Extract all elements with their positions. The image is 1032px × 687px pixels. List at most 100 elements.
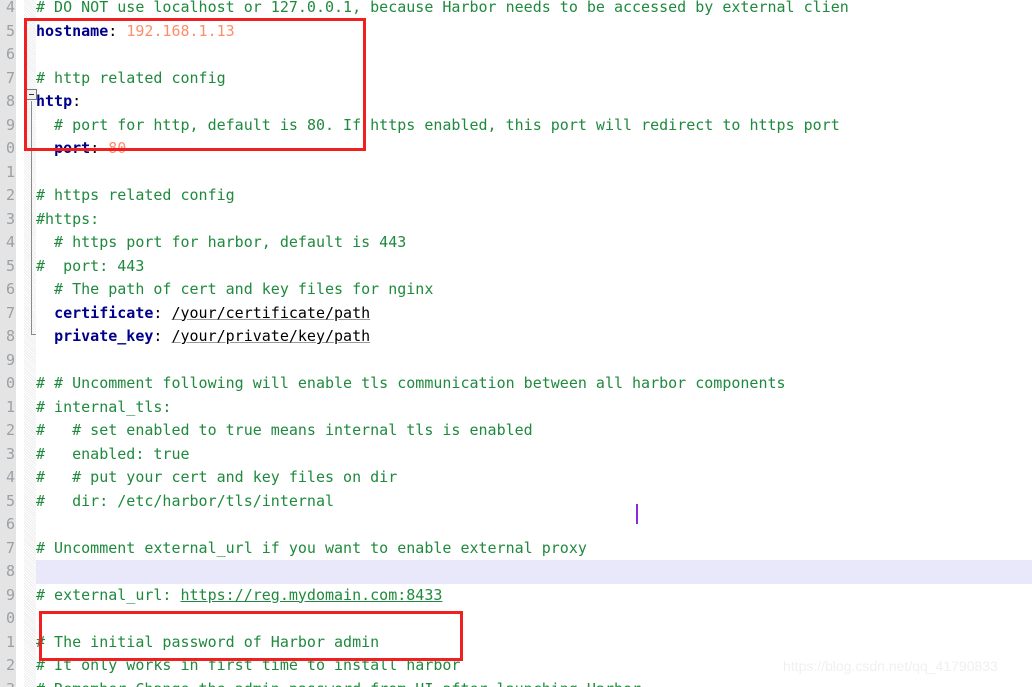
code-editor-pane[interactable]: 456789012345678901234567890123456 # DO N… bbox=[0, 0, 1032, 687]
code-token-comment: # external_url: bbox=[36, 585, 181, 604]
line-number: 0 bbox=[5, 609, 15, 627]
current-line-highlight bbox=[36, 560, 1032, 584]
code-line[interactable]: # dir: /etc/harbor/tls/internal bbox=[36, 490, 334, 514]
code-line[interactable]: # It only works in first time to install… bbox=[36, 654, 460, 678]
line-number: 9 bbox=[5, 350, 15, 369]
code-line[interactable]: # # Uncomment following will enable tls … bbox=[36, 372, 786, 396]
code-token-comment: #https: bbox=[36, 209, 100, 228]
code-line[interactable]: # internal_tls: bbox=[36, 396, 171, 420]
text-caret bbox=[636, 504, 638, 524]
code-token-punct: : bbox=[90, 139, 100, 157]
code-token-spell: /your/private/key/path bbox=[171, 327, 371, 345]
code-token-comment: # port: 443 bbox=[36, 256, 145, 275]
line-number: 8 bbox=[5, 327, 15, 345]
line-number: 4 bbox=[5, 233, 15, 251]
code-token-comment: # It only works in first time to install… bbox=[36, 656, 461, 674]
line-number: 0 bbox=[5, 374, 15, 392]
code-line[interactable]: # external_url: https://reg.mydomain.com… bbox=[36, 584, 442, 608]
code-token-punct: : bbox=[108, 21, 118, 40]
code-token-comment: # DO NOT use localhost or 127.0.0.1, bec… bbox=[36, 0, 849, 16]
line-number: 2 bbox=[5, 421, 15, 439]
code-line[interactable]: port: 80 bbox=[36, 137, 126, 161]
line-number: 9 bbox=[5, 115, 15, 134]
watermark-text: https://blog.csdn.net/qq_41790833 bbox=[783, 658, 998, 674]
code-line[interactable]: # The initial password of Harbor admin bbox=[36, 631, 379, 655]
code-line[interactable]: # Uncomment external_url if you want to … bbox=[36, 537, 587, 561]
code-line[interactable]: certificate: /your/certificate/path bbox=[36, 302, 370, 326]
code-token-punct: : bbox=[72, 92, 82, 110]
code-token-comment: 80. If https enabled, this port will red… bbox=[306, 115, 840, 134]
code-token-comment: # Remember Change the admin password fro… bbox=[36, 680, 650, 687]
code-line[interactable]: # enabled: true bbox=[36, 443, 190, 467]
line-number: 0 bbox=[5, 139, 15, 157]
marker-gutter bbox=[24, 0, 36, 687]
code-line[interactable]: # # set enabled to true means internal t… bbox=[36, 419, 533, 443]
line-number: 6 bbox=[5, 45, 15, 63]
line-number: 6 bbox=[5, 515, 15, 533]
fold-region-line bbox=[31, 101, 36, 335]
code-line[interactable]: # port: 443 bbox=[36, 255, 144, 279]
line-number: 8 bbox=[5, 562, 15, 580]
code-token-comment: # http related config bbox=[36, 68, 226, 87]
code-token-comment: # Uncomment external_url if you want to … bbox=[36, 538, 587, 557]
code-line[interactable]: # https port for harbor, default is 443 bbox=[36, 231, 406, 255]
line-number: 1 bbox=[5, 162, 15, 181]
code-token-comment: # The path of cert and key files for ngi… bbox=[36, 280, 434, 298]
line-number: 2 bbox=[5, 656, 15, 674]
line-number: 1 bbox=[5, 632, 15, 651]
line-number: 7 bbox=[5, 538, 15, 557]
line-number-gutter: 456789012345678901234567890123456 bbox=[0, 0, 16, 687]
code-line[interactable]: # https related config bbox=[36, 184, 235, 208]
code-token-link: https://reg.mydomain.com:8433 bbox=[180, 585, 443, 604]
code-token-key: certificate bbox=[54, 303, 154, 322]
code-line[interactable]: # DO NOT use localhost or 127.0.0.1, bec… bbox=[36, 0, 849, 20]
line-number: 5 bbox=[5, 21, 15, 40]
code-line[interactable]: #https: bbox=[36, 208, 99, 232]
code-line[interactable]: http: bbox=[36, 90, 81, 114]
code-token-comment: # internal_tls: bbox=[36, 397, 172, 416]
code-token-spell: /your/certificate/path bbox=[171, 303, 371, 322]
code-line[interactable]: # The path of cert and key files for ngi… bbox=[36, 278, 433, 302]
code-token-comment: # dir: /etc/harbor/tls/internal bbox=[36, 491, 335, 510]
code-line[interactable]: # http related config bbox=[36, 67, 226, 91]
code-token-comment: # port for http, default is bbox=[36, 115, 307, 134]
code-line[interactable]: private_key: /your/private/key/path bbox=[36, 325, 370, 349]
code-line[interactable]: # port for http, default is 80. If https… bbox=[36, 114, 840, 138]
code-token-key: http bbox=[36, 92, 73, 110]
code-token-value: 192.168.1.13 bbox=[126, 21, 235, 40]
code-line[interactable]: # Remember Change the admin password fro… bbox=[36, 678, 650, 687]
code-token-comment: # https port for harbor, default is 443 bbox=[36, 233, 407, 251]
line-number: 7 bbox=[5, 303, 15, 322]
code-token-comment: # The initial password of Harbor admin bbox=[36, 632, 380, 651]
line-number: 3 bbox=[0, 678, 16, 687]
line-number: 5 bbox=[5, 491, 15, 510]
line-number: 4 bbox=[5, 0, 15, 16]
line-number: 8 bbox=[5, 92, 15, 110]
code-token-key: hostname bbox=[36, 21, 109, 40]
code-token-comment: # enabled: true bbox=[36, 444, 190, 463]
line-number: 5 bbox=[5, 256, 15, 275]
line-number: 3 bbox=[5, 209, 15, 228]
code-token-comment: # # set enabled to true means internal t… bbox=[36, 421, 533, 439]
code-line[interactable]: # # put your cert and key files on dir bbox=[36, 466, 397, 490]
code-text-layer[interactable]: # DO NOT use localhost or 127.0.0.1, bec… bbox=[0, 0, 1032, 687]
collapse-minus-icon[interactable] bbox=[26, 89, 37, 100]
code-line[interactable]: hostname: 192.168.1.13 bbox=[36, 20, 235, 44]
code-token-comment: # https related config bbox=[36, 186, 235, 204]
line-number: 1 bbox=[5, 397, 15, 416]
code-token-comment: # # put your cert and key files on dir bbox=[36, 468, 398, 486]
line-number: 6 bbox=[5, 280, 15, 298]
code-token-value: 80 bbox=[108, 139, 127, 157]
code-token-comment: # # Uncomment following will enable tls … bbox=[36, 374, 786, 392]
line-number: 9 bbox=[5, 585, 15, 604]
line-number: 3 bbox=[5, 444, 15, 463]
fold-gutter[interactable] bbox=[16, 0, 24, 687]
code-token-key: private_key bbox=[54, 327, 154, 345]
line-number: 7 bbox=[5, 68, 15, 87]
line-number: 2 bbox=[5, 186, 15, 204]
